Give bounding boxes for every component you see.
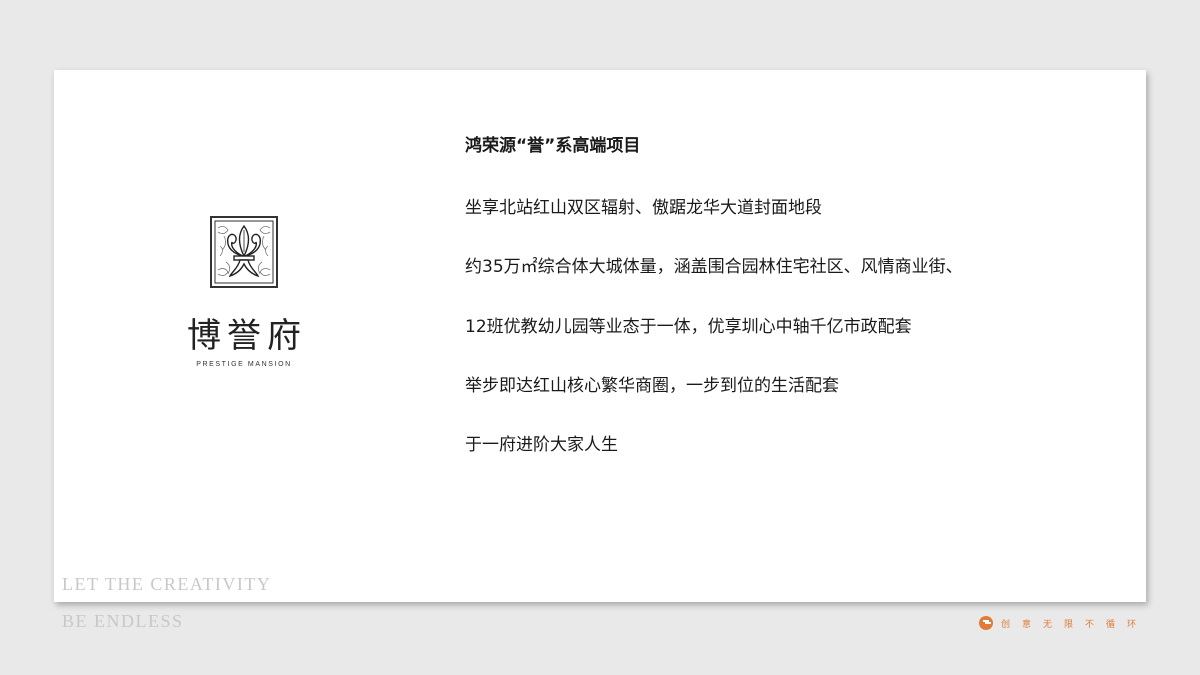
brand-name-cn: 博誉府 bbox=[187, 316, 307, 356]
brand-logo: 博誉府 PRESTIGE MANSION bbox=[174, 216, 314, 368]
fleur-de-lis-emblem-icon bbox=[210, 216, 278, 288]
slogan-line-2: BE ENDLESS bbox=[62, 611, 184, 631]
brand-name-en: PRESTIGE MANSION bbox=[196, 361, 292, 368]
body-line: 举步即达红山核心繁华商圈，一步到位的生活配套 bbox=[465, 376, 839, 396]
body-line: 约35万㎡综合体大城体量，涵盖围合园林住宅社区、风情商业街、 bbox=[465, 257, 963, 277]
footer-brand: 创意无限不循环 bbox=[978, 616, 1148, 630]
content-text: 鸿荣源“誉”系高端项目 坐享北站红山双区辐射、傲踞龙华大道封面地段 约35万㎡综… bbox=[465, 134, 1105, 455]
body-line: 12班优教幼儿园等业态于一体，优享圳心中轴千亿市政配套 bbox=[465, 317, 912, 337]
slide-card: 博誉府 PRESTIGE MANSION 鸿荣源“誉”系高端项目 坐享北站红山双… bbox=[54, 70, 1146, 602]
footer-tagline: 创意无限不循环 bbox=[1000, 619, 1148, 630]
headline: 鸿荣源“誉”系高端项目 bbox=[465, 136, 641, 156]
body-line: 于一府进阶大家人生 bbox=[465, 435, 618, 455]
company-logo-icon bbox=[978, 616, 993, 630]
slogan-line-1: LET THE CREATIVITY bbox=[62, 574, 272, 594]
body-line: 坐享北站红山双区辐射、傲踞龙华大道封面地段 bbox=[465, 198, 822, 218]
